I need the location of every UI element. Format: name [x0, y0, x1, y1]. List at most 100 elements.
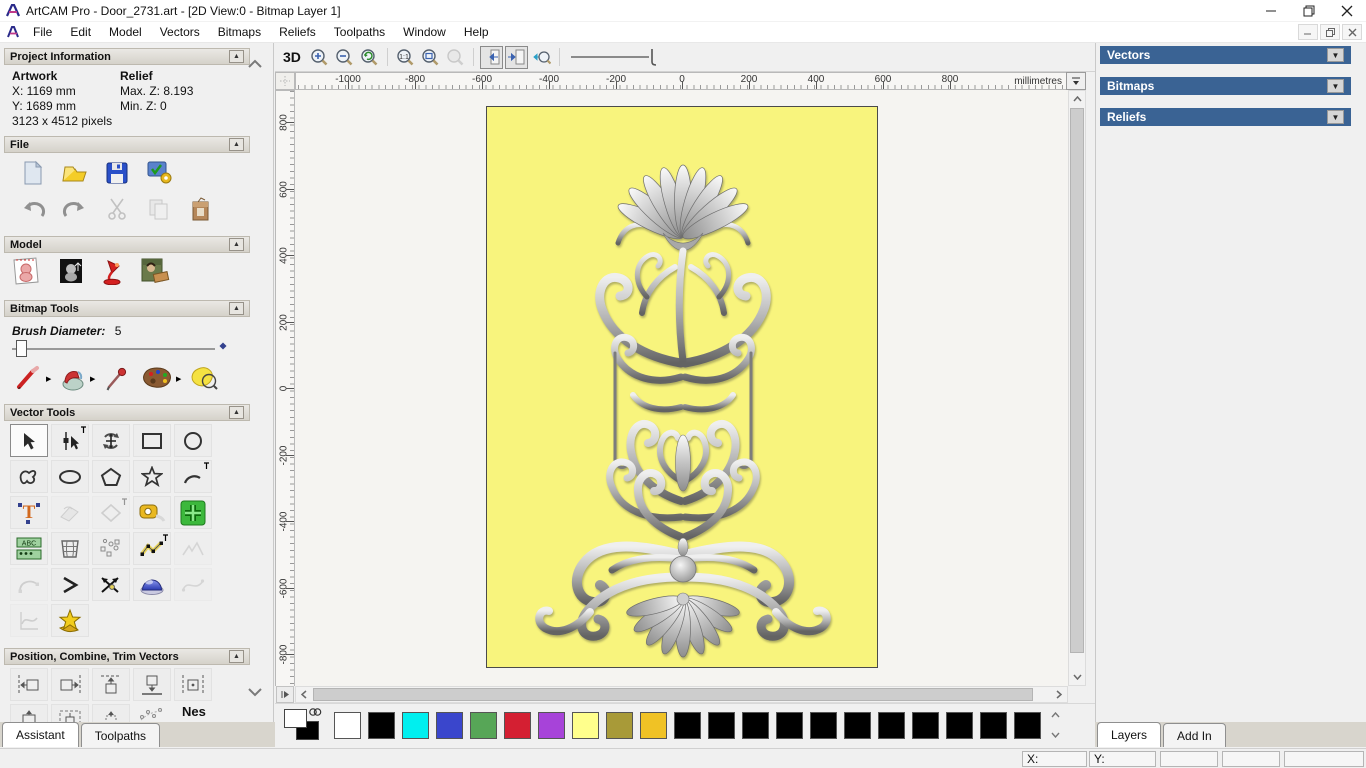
view-3d-button[interactable]: 3D: [283, 49, 301, 65]
node-editing-button[interactable]: [51, 424, 89, 457]
create-rectangle-button[interactable]: [133, 424, 171, 457]
palette-swatch[interactable]: [334, 712, 361, 739]
collapse-icon[interactable]: ▲: [229, 650, 244, 663]
close-icon[interactable]: [1328, 0, 1366, 22]
menu-reliefs[interactable]: Reliefs: [270, 23, 325, 41]
section-position-combine-trim[interactable]: Position, Combine, Trim Vectors ▲: [4, 648, 250, 665]
centre-in-model-button[interactable]: [51, 704, 89, 722]
align-bottom-button[interactable]: [133, 668, 171, 701]
palette-swatch[interactable]: [810, 712, 837, 739]
reliefs-section-header[interactable]: Reliefs ▼: [1100, 108, 1351, 126]
paint-icon[interactable]: [12, 363, 46, 393]
palette-icon[interactable]: [140, 363, 174, 393]
collapse-icon[interactable]: ▲: [229, 406, 244, 419]
menu-model[interactable]: Model: [100, 23, 151, 41]
palette-swatch[interactable]: [436, 712, 463, 739]
vector-doctor-button[interactable]: [51, 604, 89, 637]
mdi-minimize-icon[interactable]: [1298, 24, 1318, 40]
align-top-button[interactable]: [92, 668, 130, 701]
weave-vectors-button[interactable]: [133, 568, 171, 601]
palette-swatch[interactable]: [606, 712, 633, 739]
create-polygon-button[interactable]: [92, 460, 130, 493]
save-model-icon[interactable]: [100, 158, 134, 188]
palette-swatch[interactable]: [368, 712, 395, 739]
envelope-distort-button[interactable]: [51, 532, 89, 565]
set-model-size-icon[interactable]: [10, 256, 44, 286]
palette-swatch[interactable]: [572, 712, 599, 739]
pane-split-button[interactable]: [276, 686, 294, 703]
palette-swatch[interactable]: [470, 712, 497, 739]
link-view-right-icon[interactable]: [504, 45, 528, 69]
menu-vectors[interactable]: Vectors: [151, 23, 209, 41]
zoom-fit-icon[interactable]: [419, 46, 442, 69]
section-vector-tools[interactable]: Vector Tools ▲: [4, 404, 250, 421]
scroll-left-icon[interactable]: [296, 687, 312, 702]
align-centre-x-button[interactable]: [174, 668, 212, 701]
palette-swatch[interactable]: [844, 712, 871, 739]
tab-layers[interactable]: Layers: [1097, 722, 1162, 747]
redo-icon[interactable]: [58, 196, 92, 226]
chevron-down-icon[interactable]: ▼: [1327, 79, 1344, 93]
menu-bitmaps[interactable]: Bitmaps: [209, 23, 270, 41]
fit-mountains-button[interactable]: [174, 532, 212, 565]
tab-assistant[interactable]: Assistant: [2, 722, 79, 747]
menu-window[interactable]: Window: [394, 23, 455, 41]
flyout-arrow-icon[interactable]: ▶: [90, 375, 95, 383]
chevron-join-button[interactable]: [51, 568, 89, 601]
palette-scroll-down-icon[interactable]: [1047, 728, 1063, 742]
palette-swatch[interactable]: [912, 712, 939, 739]
palette-swatch[interactable]: [504, 712, 531, 739]
vertical-scroll-thumb[interactable]: [1070, 108, 1084, 653]
section-model[interactable]: Model ▲: [4, 236, 250, 253]
zoom-out-icon[interactable]: [333, 46, 356, 69]
tab-toolpaths[interactable]: Toolpaths: [80, 723, 161, 747]
palette-swatch[interactable]: [776, 712, 803, 739]
link-view-left-icon[interactable]: [479, 45, 503, 69]
bitmap-artwork[interactable]: [486, 106, 878, 668]
palette-swatch[interactable]: [946, 712, 973, 739]
colour-picker-icon[interactable]: [100, 363, 134, 393]
horizontal-scrollbar[interactable]: [295, 686, 1068, 703]
new-model-icon[interactable]: [16, 158, 50, 188]
paste-icon[interactable]: [184, 194, 218, 224]
create-freehand-button[interactable]: [10, 460, 48, 493]
palette-swatch[interactable]: [538, 712, 565, 739]
create-ellipse-button[interactable]: [51, 460, 89, 493]
scroll-right-icon[interactable]: [1051, 687, 1067, 702]
minimize-icon[interactable]: [1252, 0, 1290, 22]
select-vectors-button[interactable]: [10, 424, 48, 457]
mdi-close-icon[interactable]: [1342, 24, 1362, 40]
palette-swatch[interactable]: [878, 712, 905, 739]
restore-icon[interactable]: [1290, 0, 1328, 22]
tab-add-in[interactable]: Add In: [1163, 723, 1226, 747]
flood-fill-icon[interactable]: [56, 363, 90, 393]
collapse-icon[interactable]: ▲: [229, 238, 244, 251]
palette-swatch[interactable]: [742, 712, 769, 739]
greyscale-preview-icon[interactable]: [54, 256, 88, 286]
zoom-selection-icon[interactable]: [444, 46, 467, 69]
pan-view-icon[interactable]: [530, 46, 553, 69]
create-star-button[interactable]: [133, 460, 171, 493]
cut-icon[interactable]: [100, 194, 134, 224]
zoom-previous-icon[interactable]: [358, 46, 381, 69]
transform-vectors-button[interactable]: [92, 424, 130, 457]
scatter-copies-icon[interactable]: [138, 706, 164, 722]
menu-edit[interactable]: Edit: [61, 23, 100, 41]
flyout-arrow-icon[interactable]: ▶: [46, 375, 51, 383]
create-text-button[interactable]: T: [10, 496, 48, 529]
create-arc-button[interactable]: [174, 460, 212, 493]
scroll-down-icon[interactable]: [1069, 669, 1085, 685]
palette-swatch[interactable]: [1014, 712, 1041, 739]
create-circle-button[interactable]: [174, 424, 212, 457]
palette-swatch[interactable]: [980, 712, 1007, 739]
bitmaps-section-header[interactable]: Bitmaps ▼: [1100, 77, 1351, 95]
link-colours-icon[interactable]: [308, 707, 322, 717]
palette-scroll-up-icon[interactable]: [1047, 708, 1063, 722]
fit-spline-button[interactable]: [174, 568, 212, 601]
section-profile-button[interactable]: [10, 604, 48, 637]
vertical-scrollbar[interactable]: [1068, 90, 1086, 686]
undo-icon[interactable]: [16, 196, 50, 226]
menu-toolpaths[interactable]: Toolpaths: [325, 23, 394, 41]
wrap-text-button[interactable]: [51, 496, 89, 529]
copy-icon[interactable]: [142, 194, 176, 224]
